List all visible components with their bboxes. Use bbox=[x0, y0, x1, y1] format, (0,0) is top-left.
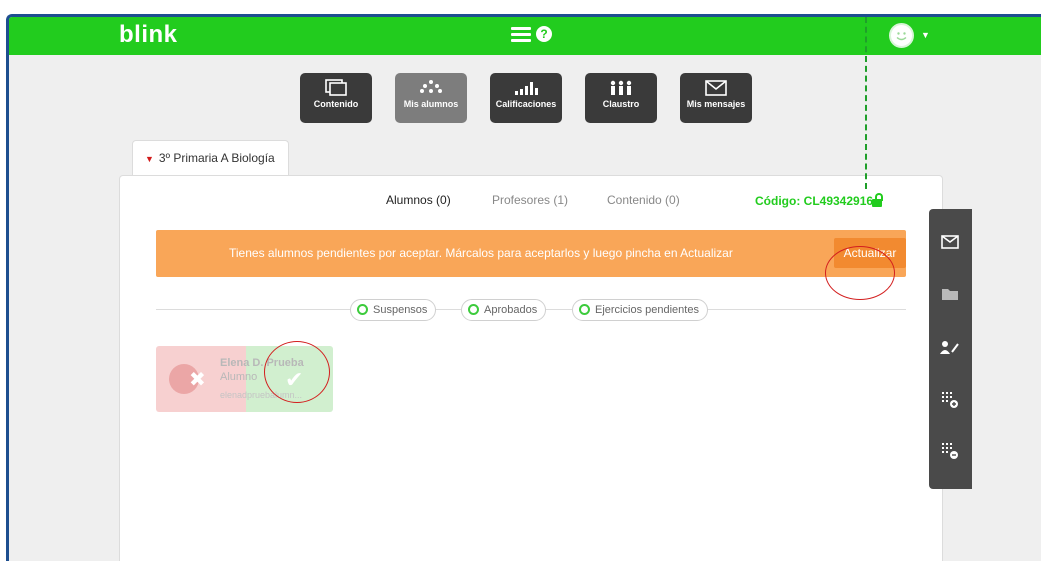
banner-message: Tienes alumnos pendientes por aceptar. M… bbox=[229, 246, 733, 260]
subtab-contenido[interactable]: Contenido (0) bbox=[607, 193, 680, 207]
nav-contenido[interactable]: Contenido bbox=[300, 73, 372, 123]
filter-label: Aprobados bbox=[484, 304, 538, 316]
nav-label: Contenido bbox=[313, 99, 359, 109]
filter-aprobados[interactable]: Aprobados bbox=[461, 299, 547, 321]
app-window: blink ? ▼ Contenido Mis alumnos Califica… bbox=[6, 14, 1041, 561]
chevron-down-icon[interactable]: ▼ bbox=[921, 30, 930, 40]
add-grid-icon[interactable] bbox=[938, 391, 962, 415]
folder-icon[interactable] bbox=[938, 285, 962, 309]
radio-icon bbox=[579, 304, 590, 315]
lock-icon[interactable] bbox=[872, 193, 884, 207]
app-logo[interactable]: blink bbox=[119, 21, 178, 49]
nav-mis-mensajes[interactable]: Mis mensajes bbox=[680, 73, 752, 123]
nav-label: Calificaciones bbox=[495, 99, 557, 109]
reject-x-icon[interactable]: ✖ bbox=[189, 367, 206, 392]
filter-label: Ejercicios pendientes bbox=[595, 304, 699, 316]
annotation-circle-accept bbox=[264, 341, 330, 403]
class-code: Código: CL49342916 bbox=[755, 194, 874, 208]
student-role: Alumno bbox=[220, 371, 258, 383]
help-icon[interactable]: ? bbox=[536, 26, 552, 42]
top-bar: blink ? ▼ bbox=[9, 17, 1041, 55]
annotation-guide-line bbox=[865, 17, 867, 189]
annotation-circle-actualizar bbox=[825, 246, 895, 300]
nav-label: Mis mensajes bbox=[686, 99, 746, 109]
content-icon bbox=[300, 73, 372, 99]
edit-user-icon[interactable] bbox=[938, 338, 962, 362]
mail-icon[interactable] bbox=[938, 233, 962, 257]
nav-label: Mis alumnos bbox=[403, 99, 459, 109]
nav-calificaciones[interactable]: Calificaciones bbox=[490, 73, 562, 123]
subtab-profesores[interactable]: Profesores (1) bbox=[492, 193, 568, 207]
grades-icon bbox=[490, 73, 562, 99]
radio-icon bbox=[468, 304, 479, 315]
nav-claustro[interactable]: Claustro bbox=[585, 73, 657, 123]
nav-label: Claustro bbox=[602, 99, 640, 109]
radio-icon bbox=[357, 304, 368, 315]
menu-icon[interactable] bbox=[511, 27, 531, 43]
filter-label: Suspensos bbox=[373, 304, 428, 316]
mail-icon bbox=[680, 73, 752, 99]
right-toolbar bbox=[929, 209, 972, 489]
subtab-alumnos[interactable]: Alumnos (0) bbox=[386, 193, 451, 207]
filter-ejercicios-pendientes[interactable]: Ejercicios pendientes bbox=[572, 299, 708, 321]
remove-grid-icon[interactable] bbox=[938, 442, 962, 466]
caret-down-icon[interactable]: ▼ bbox=[145, 154, 154, 164]
faculty-icon bbox=[585, 73, 657, 99]
students-icon bbox=[395, 73, 467, 99]
filter-suspensos[interactable]: Suspensos bbox=[350, 299, 437, 321]
tab-class[interactable]: ▼ 3º Primaria A Biología bbox=[132, 140, 289, 176]
class-tab-label: 3º Primaria A Biología bbox=[158, 151, 275, 165]
nav-mis-alumnos[interactable]: Mis alumnos bbox=[395, 73, 467, 123]
avatar-icon[interactable] bbox=[889, 23, 914, 48]
pending-students-banner: Tienes alumnos pendientes por aceptar. M… bbox=[156, 230, 906, 277]
